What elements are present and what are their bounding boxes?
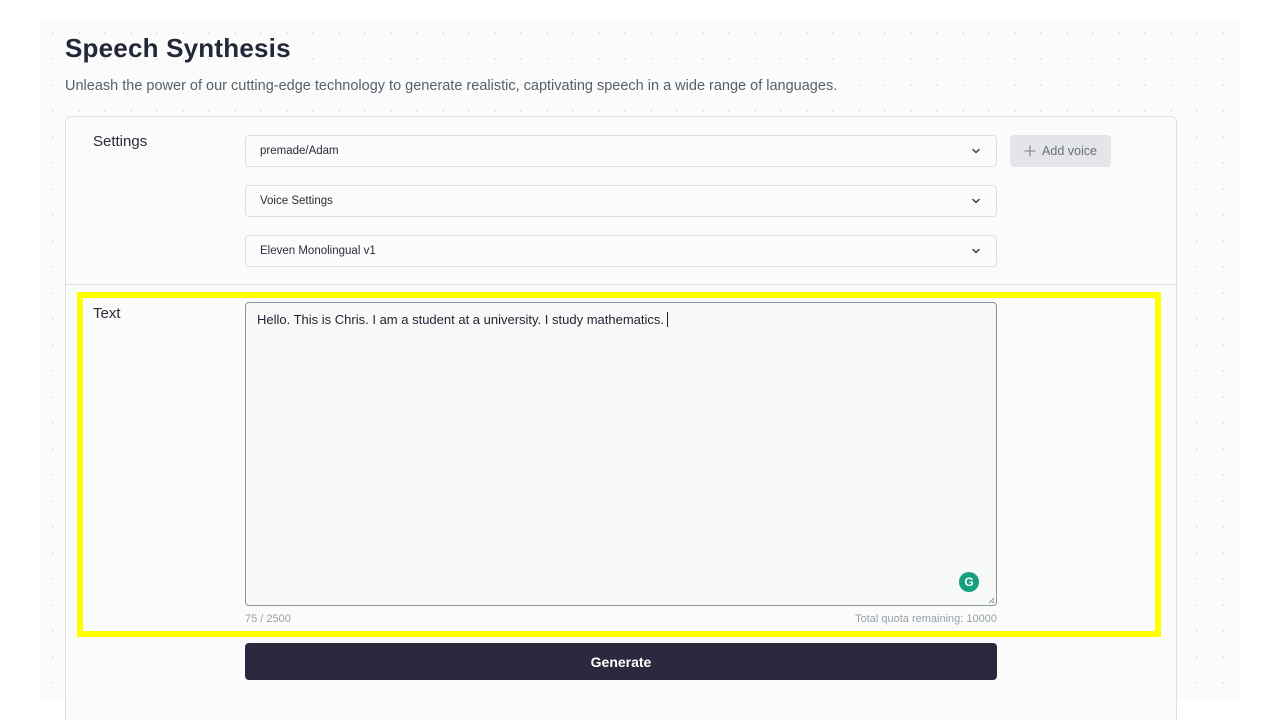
- text-input-value: Hello. This is Chris. I am a student at …: [257, 312, 665, 327]
- quota-remaining: Total quota remaining: 10000: [855, 613, 997, 625]
- chevron-down-icon: [972, 198, 980, 204]
- add-voice-label: Add voice: [1042, 144, 1097, 158]
- voice-settings-label: Voice Settings: [260, 195, 333, 207]
- model-select[interactable]: Eleven Monolingual v1: [245, 235, 997, 267]
- model-select-value: Eleven Monolingual v1: [260, 245, 376, 257]
- section-divider: [66, 284, 1177, 285]
- page-subtitle: Unleash the power of our cutting-edge te…: [65, 78, 838, 94]
- add-voice-button[interactable]: Add voice: [1010, 135, 1111, 167]
- text-caret: [667, 312, 669, 327]
- settings-label: Settings: [93, 133, 148, 150]
- text-label: Text: [93, 305, 121, 322]
- grammarly-icon[interactable]: G: [959, 572, 979, 592]
- voice-select-value: premade/Adam: [260, 145, 339, 157]
- voice-settings-dropdown[interactable]: Voice Settings: [245, 185, 997, 217]
- text-input[interactable]: Hello. This is Chris. I am a student at …: [245, 302, 997, 606]
- resize-handle-icon[interactable]: [987, 596, 995, 604]
- plus-icon: [1024, 145, 1036, 157]
- chevron-down-icon: [972, 148, 980, 154]
- voice-select[interactable]: premade/Adam: [245, 135, 997, 167]
- page-title: Speech Synthesis: [65, 33, 291, 63]
- generate-button[interactable]: Generate: [245, 643, 997, 680]
- chevron-down-icon: [972, 248, 980, 254]
- character-counter: 75 / 2500: [245, 613, 291, 625]
